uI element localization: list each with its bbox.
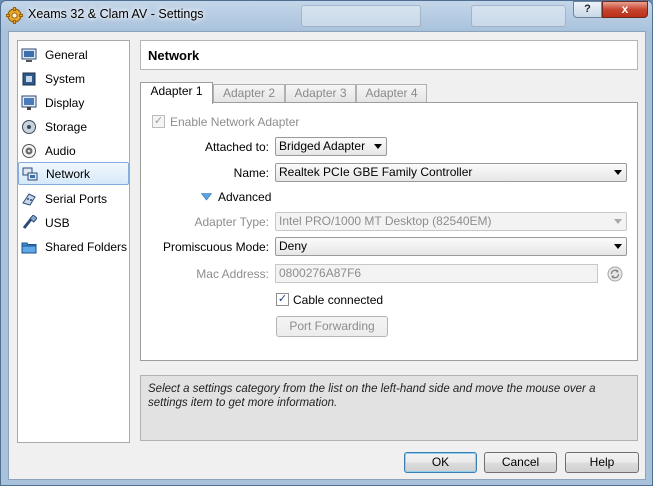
refresh-mac-icon[interactable] (607, 266, 623, 282)
title-bar[interactable]: Xeams 32 & Clam AV - Settings ? x (1, 1, 652, 29)
tab-adapter-3[interactable]: Adapter 3 (285, 84, 356, 103)
port-forwarding-button[interactable]: Port Forwarding (276, 316, 388, 337)
settings-window: Xeams 32 & Clam AV - Settings ? x Genera… (0, 0, 653, 486)
dropdown-arrow-icon (614, 170, 622, 175)
adapter-settings-pane: ✓ Enable Network Adapter Attached to: Br… (140, 102, 638, 361)
dropdown-arrow-icon (374, 144, 382, 149)
close-button[interactable]: x (602, 1, 648, 18)
help-info-text: Select a settings category from the list… (140, 375, 638, 441)
tab-adapter-2[interactable]: Adapter 2 (213, 84, 285, 103)
cable-connected-checkbox[interactable]: ✓ (276, 293, 289, 306)
sidebar-item-display[interactable]: Display (18, 91, 129, 114)
sidebar-item-general[interactable]: General (18, 43, 129, 66)
help-title-button[interactable]: ? (573, 1, 602, 18)
dialog-client-area: General System Display Storage Audio Net… (8, 31, 646, 480)
promiscuous-mode-label: Promiscuous Mode: (162, 240, 269, 254)
promiscuous-mode-select[interactable]: Deny (275, 237, 627, 256)
sidebar-item-label: General (45, 47, 88, 62)
serial-ports-icon (22, 192, 36, 206)
background-window-tab (471, 5, 566, 27)
adapter-type-label: Adapter Type: (194, 215, 270, 229)
sidebar-item-storage[interactable]: Storage (18, 115, 129, 138)
dropdown-arrow-icon (614, 244, 622, 249)
window-title: Xeams 32 & Clam AV - Settings (28, 7, 204, 21)
sidebar-item-label: System (45, 71, 86, 86)
sidebar-item-label: Network (46, 166, 91, 181)
sidebar-item-network[interactable]: Network (18, 162, 129, 185)
tab-adapter-4[interactable]: Adapter 4 (356, 84, 427, 103)
storage-icon (22, 119, 36, 134)
ok-button[interactable]: OK (404, 452, 477, 473)
sidebar-item-audio[interactable]: Audio (18, 139, 129, 162)
sidebar-item-label: Shared Folders (45, 239, 128, 254)
sidebar-item-label: USB (45, 215, 70, 230)
attached-to-label: Attached to: (204, 140, 269, 154)
network-icon (22, 167, 38, 180)
advanced-toggle[interactable]: Advanced (218, 190, 271, 204)
adapter-type-value: Intel PRO/1000 MT Desktop (82540EM) (279, 214, 492, 228)
shared-folders-icon (21, 242, 37, 253)
section-header: Network (140, 40, 638, 70)
sidebar-item-serial-ports[interactable]: Serial Ports (18, 187, 129, 210)
mac-address-field[interactable]: 0800276A87F6 (275, 264, 598, 283)
audio-icon (22, 143, 36, 158)
name-label: Name: (233, 166, 269, 180)
sidebar-item-system[interactable]: System (18, 67, 129, 90)
sidebar-item-usb[interactable]: USB (18, 211, 129, 234)
usb-icon (22, 214, 37, 229)
attached-to-select[interactable]: Bridged Adapter (275, 137, 387, 156)
sidebar-item-shared-folders[interactable]: Shared Folders (18, 235, 129, 258)
expand-triangle-icon[interactable] (201, 193, 212, 201)
sidebar-item-label: Storage (45, 119, 88, 134)
help-button[interactable]: Help (565, 452, 639, 473)
sidebar-item-label: Serial Ports (45, 191, 108, 206)
sidebar-item-label: Display (45, 95, 85, 110)
cable-connected-label: Cable connected (293, 293, 384, 307)
settings-category-list: General System Display Storage Audio Net… (17, 40, 130, 443)
mac-address-label: Mac Address: (196, 267, 269, 281)
promiscuous-mode-value: Deny (279, 239, 308, 253)
adapter-name-select[interactable]: Realtek PCIe GBE Family Controller (275, 163, 627, 182)
mac-address-value: 0800276A87F6 (279, 266, 362, 280)
tab-adapter-1[interactable]: Adapter 1 (140, 82, 213, 104)
dropdown-arrow-icon (614, 219, 622, 224)
enable-adapter-checkbox[interactable]: ✓ (152, 115, 165, 128)
enable-adapter-label: Enable Network Adapter (170, 115, 300, 129)
adapter-type-select[interactable]: Intel PRO/1000 MT Desktop (82540EM) (275, 212, 627, 231)
adapter-name-value: Realtek PCIe GBE Family Controller (279, 165, 473, 179)
page-title: Network (148, 48, 200, 63)
display-icon (21, 95, 37, 110)
background-window-tab (301, 5, 421, 27)
sidebar-item-label: Audio (45, 143, 76, 158)
cancel-button[interactable]: Cancel (484, 452, 557, 473)
attached-to-value: Bridged Adapter (279, 139, 366, 153)
gear-icon (6, 7, 23, 24)
system-icon (22, 72, 36, 85)
general-icon (21, 48, 37, 62)
